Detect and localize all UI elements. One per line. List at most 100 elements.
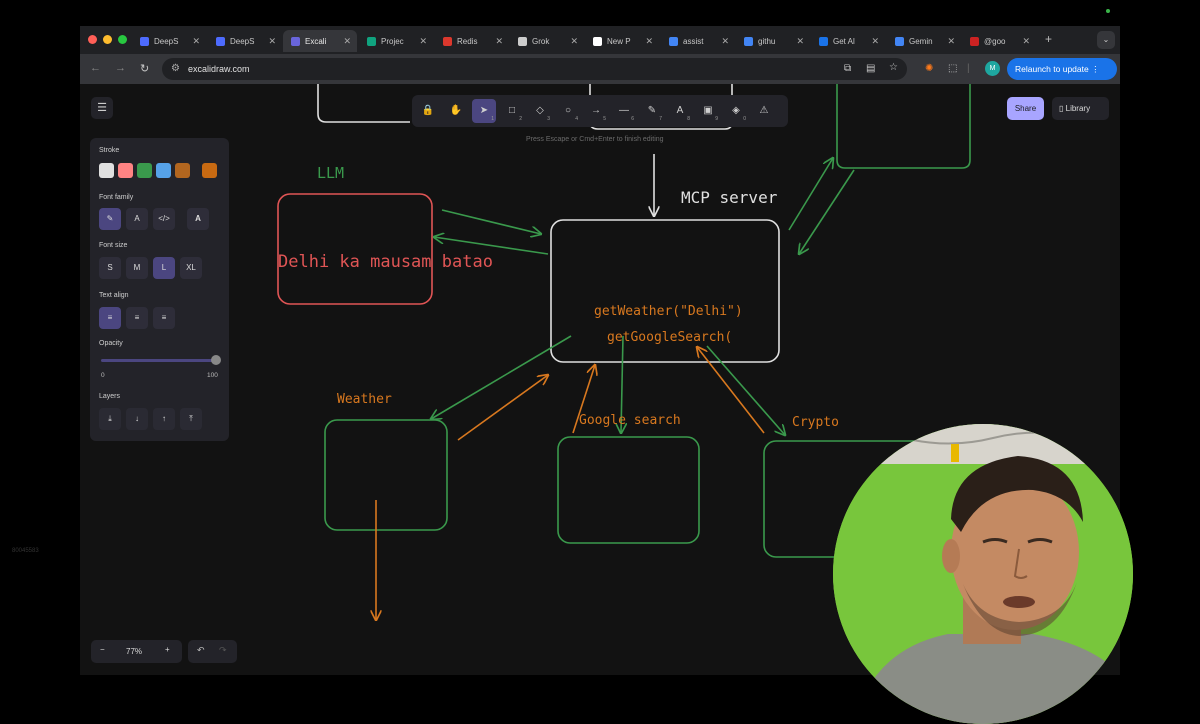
bring-to-front-button[interactable]: ⤒ [180, 408, 202, 430]
google-search-label[interactable]: Google search [579, 413, 681, 428]
share-button[interactable]: Share [1007, 97, 1044, 120]
browser-tab[interactable]: @goo ✕ [962, 30, 1036, 52]
zoom-level[interactable]: 77% [126, 647, 142, 656]
hand-tool-icon[interactable]: ✋ [444, 99, 468, 123]
redo-button[interactable]: ↷ [219, 645, 227, 656]
extra-tools-tool-icon[interactable]: ⚠ [752, 99, 776, 123]
browser-tab[interactable]: DeepS ✕ [208, 30, 282, 52]
stroke-color-swatch[interactable] [99, 163, 114, 178]
arrow-llm-to-mcp[interactable] [441, 209, 541, 234]
back-button[interactable]: ← [90, 62, 101, 74]
font-size-l-button[interactable]: L [153, 257, 175, 279]
llm-label[interactable]: LLM [317, 164, 344, 182]
tab-close-icon[interactable]: ✕ [419, 36, 427, 47]
send-backward-button[interactable]: ↓ [126, 408, 148, 430]
mcp-call-google[interactable]: getGoogleSearch( [607, 330, 732, 345]
site-info-icon[interactable]: ⚙ [171, 63, 180, 74]
tab-search-button[interactable]: ⌄ [1097, 31, 1115, 49]
rectangle-tool-icon[interactable]: □ 2 [500, 99, 524, 123]
install-app-icon[interactable]: ⧉ [844, 63, 851, 74]
browser-tab[interactable]: New P ✕ [585, 30, 659, 52]
arrow-tool-icon[interactable]: → 5 [584, 99, 608, 123]
image-tool-icon[interactable]: ▣ 9 [696, 99, 720, 123]
diamond-tool-icon[interactable]: ◇ 3 [528, 99, 552, 123]
arrow-mcp-to-top-right[interactable] [788, 158, 833, 231]
zoom-out-button[interactable]: − [100, 645, 105, 654]
forward-button[interactable]: → [115, 62, 126, 74]
mcp-call-weather[interactable]: getWeather("Delhi") [594, 304, 743, 319]
crypto-label[interactable]: Crypto [792, 415, 839, 430]
tab-close-icon[interactable]: ✕ [192, 36, 200, 47]
pencil-tool-icon[interactable]: ✎ 7 [640, 99, 664, 123]
arrow-mcp-to-weather[interactable] [431, 335, 572, 419]
tab-close-icon[interactable]: ✕ [645, 36, 653, 47]
new-tab-button[interactable]: + [1045, 32, 1052, 46]
page-info-icon[interactable]: ▤ [866, 63, 875, 74]
browser-tab[interactable]: DeepS ✕ [132, 30, 206, 52]
library-button[interactable]: ▯ Library [1052, 97, 1109, 120]
extension-icon[interactable]: ✺ [925, 63, 933, 74]
undo-button[interactable]: ↶ [197, 645, 205, 656]
font-handdrawn-button[interactable]: ✎ [99, 208, 121, 230]
font-size-m-button[interactable]: M [126, 257, 148, 279]
weather-label[interactable]: Weather [337, 392, 392, 407]
llm-prompt-text[interactable]: Delhi ka mausam batao [278, 252, 493, 272]
align-center-button[interactable]: ≡ [126, 307, 148, 329]
tab-close-icon[interactable]: ✕ [721, 36, 729, 47]
main-menu-button[interactable]: ☰ [91, 97, 113, 119]
extensions-puzzle-icon[interactable]: ⬚ [948, 63, 957, 74]
bring-forward-button[interactable]: ↑ [153, 408, 175, 430]
font-size-xl-button[interactable]: XL [180, 257, 202, 279]
tab-close-icon[interactable]: ✕ [1022, 36, 1030, 47]
opacity-slider-thumb[interactable] [211, 355, 221, 365]
address-bar[interactable]: ⚙ excalidraw.com ⧉ ▤ ☆ [162, 58, 907, 80]
zoom-in-button[interactable]: + [165, 645, 170, 654]
tab-close-icon[interactable]: ✕ [570, 36, 578, 47]
align-left-button[interactable]: ≡ [99, 307, 121, 329]
stroke-color-swatch[interactable] [156, 163, 171, 178]
font-normal-button[interactable]: A [126, 208, 148, 230]
lock-tool-icon[interactable]: 🔒 [416, 99, 440, 123]
tab-close-icon[interactable]: ✕ [947, 36, 955, 47]
google-search-box[interactable] [557, 436, 700, 544]
arrow-weather-to-mcp[interactable] [457, 375, 548, 441]
stroke-color-swatch[interactable] [118, 163, 133, 178]
mcp-server-label[interactable]: MCP server [681, 188, 778, 207]
send-to-back-button[interactable]: ⤓ [99, 408, 121, 430]
arrow-top-right-to-mcp[interactable] [799, 169, 855, 254]
tab-close-icon[interactable]: ✕ [495, 36, 503, 47]
font-more-button[interactable]: A [187, 208, 209, 230]
tab-close-icon[interactable]: ✕ [268, 36, 276, 47]
browser-tab[interactable]: Projec ✕ [359, 30, 433, 52]
selection-tool-icon[interactable]: ➤ 1 [472, 99, 496, 123]
stroke-color-swatch[interactable] [137, 163, 152, 178]
arrow-crypto-to-mcp[interactable] [697, 347, 765, 434]
browser-tab[interactable]: Excali ✕ [283, 30, 357, 52]
opacity-slider-track[interactable] [101, 359, 216, 362]
font-code-button[interactable]: </> [153, 208, 175, 230]
weather-box[interactable] [324, 419, 448, 531]
browser-tab[interactable]: Gemin ✕ [887, 30, 961, 52]
align-right-button[interactable]: ≡ [153, 307, 175, 329]
reload-button[interactable]: ↻ [140, 62, 149, 75]
llm-box[interactable] [277, 193, 433, 305]
text-tool-icon[interactable]: A8 [668, 99, 692, 123]
offscreen-box-left[interactable] [317, 84, 410, 123]
browser-tab[interactable]: githu ✕ [736, 30, 810, 52]
bookmark-star-icon[interactable]: ☆ [889, 62, 898, 73]
browser-tab[interactable]: assist ✕ [661, 30, 735, 52]
ellipse-tool-icon[interactable]: ○ 4 [556, 99, 580, 123]
tab-close-icon[interactable]: ✕ [871, 36, 879, 47]
browser-tab[interactable]: Grok ✕ [510, 30, 584, 52]
tab-close-icon[interactable]: ✕ [796, 36, 804, 47]
profile-avatar[interactable]: M [985, 61, 1000, 76]
line-tool-icon[interactable]: —6 [612, 99, 636, 123]
stroke-color-swatch[interactable] [175, 163, 190, 178]
zoom-window-button[interactable] [118, 35, 127, 44]
relaunch-button[interactable]: Relaunch to update ⋮ [1007, 58, 1117, 80]
tab-close-icon[interactable]: ✕ [343, 36, 351, 47]
font-size-s-button[interactable]: S [99, 257, 121, 279]
current-stroke-color-swatch[interactable] [202, 163, 217, 178]
browser-tab[interactable]: Redis ✕ [435, 30, 509, 52]
eraser-tool-icon[interactable]: ◈ 0 [724, 99, 748, 123]
